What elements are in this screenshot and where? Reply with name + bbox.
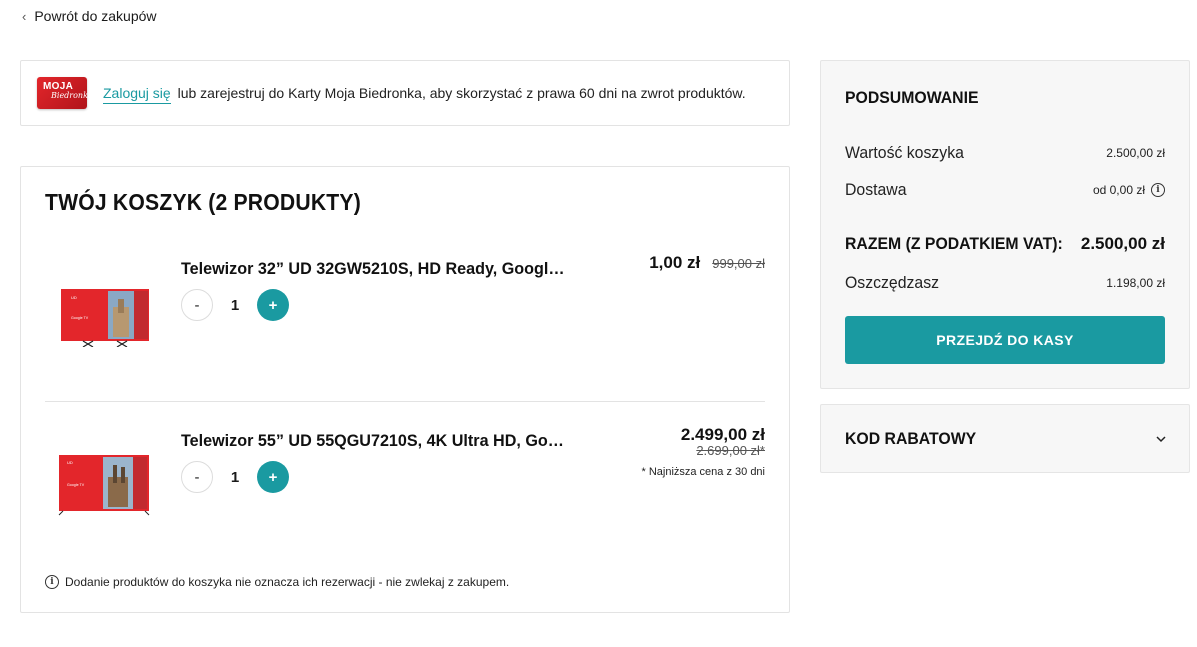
quantity-stepper: - 1 + bbox=[181, 461, 289, 493]
notice-text: Dodanie produktów do koszyka nie oznacza… bbox=[65, 575, 510, 589]
savings-value: 1.198,00 zł bbox=[1106, 276, 1165, 290]
tv-product-image: UD Google TV bbox=[61, 289, 149, 347]
chevron-down-icon bbox=[1156, 435, 1166, 442]
summary-title: PODSUMOWANIE bbox=[845, 88, 979, 107]
cart-value-row: Wartość koszyka 2.500,00 zł bbox=[845, 143, 1165, 163]
decrease-quantity-button[interactable]: - bbox=[181, 289, 213, 321]
back-to-shopping-link[interactable]: ‹ Powrót do zakupów bbox=[22, 8, 157, 24]
old-price: 999,00 zł bbox=[712, 256, 765, 271]
order-summary: PODSUMOWANIE Wartość koszyka 2.500,00 zł… bbox=[820, 60, 1190, 389]
savings-row: Oszczędzasz 1.198,00 zł bbox=[845, 273, 1165, 293]
coupon-accordion[interactable]: KOD RABATOWY bbox=[820, 404, 1190, 473]
delivery-value-group: od 0,00 zł i bbox=[1093, 183, 1165, 197]
chevron-left-icon: ‹ bbox=[22, 8, 27, 24]
total-value: 2.500,00 zł bbox=[1080, 234, 1165, 253]
svg-text:UD: UD bbox=[71, 295, 77, 300]
product-name[interactable]: Telewizor 32” UD 32GW5210S, HD Ready, Go… bbox=[181, 259, 571, 279]
quantity-value: 1 bbox=[230, 468, 240, 486]
moja-biedronka-logo: MOJA Biedronka bbox=[37, 77, 93, 109]
total-row: RAZEM (Z PODATKIEM VAT): 2.500,00 zł bbox=[845, 234, 1165, 254]
old-price: 2.699,00 zł* bbox=[696, 443, 765, 458]
coupon-title: KOD RABATOWY bbox=[845, 428, 977, 448]
reservation-notice: i Dodanie produktów do koszyka nie oznac… bbox=[45, 575, 509, 589]
delivery-value: od 0,00 zł bbox=[1092, 183, 1145, 197]
decrease-quantity-button[interactable]: - bbox=[181, 461, 213, 493]
svg-text:Google TV: Google TV bbox=[71, 316, 89, 320]
banner-text: lub zarejestruj do Karty Moja Biedronka,… bbox=[177, 85, 746, 101]
tv-product-image: UD Google TV bbox=[58, 455, 150, 516]
info-icon[interactable]: i bbox=[1151, 183, 1165, 197]
quantity-stepper: - 1 + bbox=[181, 289, 289, 321]
current-price: 2.499,00 zł bbox=[680, 425, 765, 444]
lowest-price-note: * Najniższa cena z 30 dni bbox=[641, 466, 765, 478]
increase-quantity-button[interactable]: + bbox=[257, 461, 289, 493]
login-link[interactable]: Zaloguj się bbox=[103, 85, 171, 104]
cart-title: TWÓJ KOSZYK (2 PRODUKTY) bbox=[45, 189, 361, 215]
loyalty-banner: MOJA Biedronka Zaloguj się lub zarejestr… bbox=[20, 60, 790, 126]
svg-text:UD: UD bbox=[67, 460, 73, 465]
savings-label: Oszczędzasz bbox=[845, 273, 940, 292]
info-icon: i bbox=[45, 575, 59, 589]
increase-quantity-button[interactable]: + bbox=[257, 289, 289, 321]
product-name[interactable]: Telewizor 55” UD 55QGU7210S, 4K Ultra HD… bbox=[181, 431, 571, 451]
delivery-row: Dostawa od 0,00 zł i bbox=[845, 180, 1165, 200]
cart-value: 2.500,00 zł bbox=[1106, 146, 1165, 160]
delivery-label: Dostawa bbox=[845, 180, 907, 199]
current-price: 1,00 zł bbox=[649, 253, 701, 272]
banner-message: Zaloguj się lub zarejestruj do Karty Moj… bbox=[103, 85, 746, 104]
cart-panel: TWÓJ KOSZYK (2 PRODUKTY) UD Google TV Te… bbox=[20, 166, 790, 613]
price-box: 1,00 zł 999,00 zł bbox=[649, 253, 765, 273]
checkout-button[interactable]: PRZEJDŹ DO KASY bbox=[845, 316, 1165, 364]
svg-text:Google TV: Google TV bbox=[67, 483, 85, 487]
cart-value-label: Wartość koszyka bbox=[845, 143, 964, 162]
item-divider bbox=[45, 401, 765, 402]
price-box: 2.499,00 zł 2.699,00 zł* * Najniższa cen… bbox=[641, 425, 765, 478]
total-label: RAZEM (Z PODATKIEM VAT): bbox=[845, 234, 1063, 253]
quantity-value: 1 bbox=[230, 296, 240, 314]
back-link-label: Powrót do zakupów bbox=[34, 8, 157, 24]
